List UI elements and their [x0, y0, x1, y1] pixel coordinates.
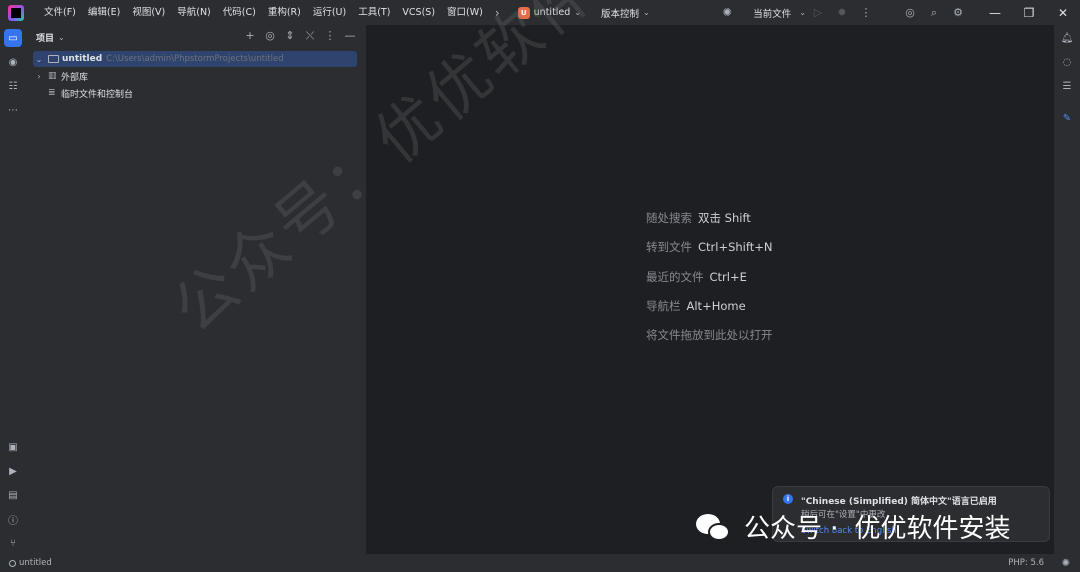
git-branch-icon[interactable]: ⑂ — [4, 534, 22, 552]
hint-shortcut: Ctrl+E — [709, 270, 747, 284]
add-icon[interactable]: + — [240, 29, 260, 43]
terminal-icon[interactable]: ▤ — [4, 486, 22, 504]
chevron-down-icon[interactable]: ⌄ — [58, 33, 65, 42]
chevron-down-icon[interactable]: ⌄ — [33, 55, 45, 64]
ai-assistant-icon[interactable]: ◌ — [1058, 53, 1076, 71]
project-status-icon — [9, 559, 16, 567]
hint-label: 转到文件 — [646, 240, 692, 254]
panel-title[interactable]: 项目 — [36, 31, 54, 44]
scratches-icon: ≣ — [48, 88, 56, 98]
project-folder-icon[interactable]: ▭ — [4, 29, 22, 47]
tree-row-project-root[interactable]: ⌄ untitled C:\Users\admin\PhpstormProjec… — [33, 51, 357, 67]
more-icon[interactable]: ⋮ — [854, 6, 878, 19]
hint-shortcut: 双击 Shift — [698, 211, 751, 225]
problems-icon[interactable]: ⓘ — [4, 510, 22, 528]
hint-go-to-file: 转到文件 Ctrl+Shift+N — [646, 239, 772, 255]
tree-path: C:\Users\admin\PhpstormProjects\untitled — [106, 54, 284, 64]
search-icon[interactable]: ⌕ — [922, 6, 946, 20]
tree-label: 外部库 — [61, 72, 89, 83]
options-icon[interactable]: ⋮ — [320, 29, 340, 43]
brand-watermark-right: 优优软件安装 — [854, 514, 1011, 544]
php-version[interactable]: PHP: 5.6 — [1008, 558, 1044, 568]
folder-icon — [48, 55, 59, 63]
left-tool-strip: ▭ ◉ ☷ ⋯ ▣ ▶ ▤ ⓘ ⑂ — [0, 25, 26, 554]
menu-refactor[interactable]: 重构(R) — [262, 0, 307, 25]
hint-search-everywhere: 随处搜索 双击 Shift — [646, 210, 751, 226]
hint-label: 导航栏 — [646, 299, 681, 313]
hint-shortcut: Alt+Home — [686, 299, 746, 313]
chevron-down-icon[interactable]: ⌄ — [799, 8, 806, 17]
notifications-bell-icon[interactable]: 🔔︎ — [1058, 29, 1076, 47]
more-tools-icon[interactable]: ⋯ — [4, 101, 22, 119]
wechat-icon — [694, 510, 734, 544]
title-right-toolbar: ✺ 当前文件 ⌄ ▷ ✹ ⋮ ◎ ⌕ ⚙ — ❐ ✕ — [715, 0, 1080, 25]
hint-label: 随处搜索 — [646, 211, 692, 225]
structure-icon[interactable]: ☷ — [4, 77, 22, 95]
tree-row-external-libraries[interactable]: › ▥ 外部库 — [33, 68, 357, 84]
info-icon: i — [783, 494, 793, 504]
brand-watermark: 公众号 · 优优软件安装 — [694, 508, 1011, 545]
close-button[interactable]: ✕ — [1046, 6, 1080, 20]
brand-watermark-left: 公众号 · — [744, 514, 839, 544]
run-config-dropdown[interactable]: 当前文件 — [753, 6, 791, 20]
right-tool-strip: 🔔︎ ◌ ☰ ✎ — [1054, 25, 1080, 554]
chevron-down-icon[interactable]: ⌄ — [643, 8, 650, 17]
expand-all-icon[interactable]: ⇕ — [280, 29, 300, 43]
library-icon: ▥ — [48, 71, 57, 81]
hint-label: 将文件拖放到此处以打开 — [646, 328, 773, 342]
code-with-me-icon[interactable]: ◎ — [898, 6, 922, 19]
status-bar: untitled PHP: 5.6 ✺ — [0, 554, 1080, 572]
hint-drop-files: 将文件拖放到此处以打开 — [646, 327, 773, 343]
run-icon[interactable]: ▷ — [806, 6, 830, 19]
minimize-button[interactable]: — — [978, 6, 1012, 20]
chevron-right-icon[interactable]: › — [33, 72, 45, 81]
collapse-all-icon[interactable]: ⤬ — [300, 29, 320, 43]
commit-icon[interactable]: ◉ — [4, 53, 22, 71]
hint-navigation-bar: 导航栏 Alt+Home — [646, 298, 746, 314]
inspection-icon[interactable]: ✺ — [1062, 558, 1070, 569]
status-project-name: untitled — [19, 558, 52, 568]
services-run-icon[interactable]: ▶ — [4, 462, 22, 480]
phpstorm-logo-icon[interactable] — [8, 4, 24, 21]
database-icon[interactable]: ☰ — [1058, 77, 1076, 95]
debug-bug-icon[interactable]: ✺ — [715, 6, 739, 19]
hint-shortcut: Ctrl+Shift+N — [698, 240, 773, 254]
php-icon[interactable]: ▣ — [4, 438, 22, 456]
menu-vcs[interactable]: VCS(S) — [396, 0, 441, 25]
tree-label: untitled — [62, 54, 103, 64]
menu-tools[interactable]: 工具(T) — [352, 0, 396, 25]
hide-icon[interactable]: — — [340, 29, 360, 43]
pencil-icon[interactable]: ✎ — [1058, 109, 1076, 127]
debug-icon[interactable]: ✹ — [830, 6, 854, 19]
settings-gear-icon[interactable]: ⚙ — [946, 6, 970, 19]
panel-toolbar: + ◎ ⇕ ⤬ ⋮ — — [240, 29, 360, 43]
menu-run[interactable]: 运行(U) — [307, 0, 352, 25]
locate-icon[interactable]: ◎ — [260, 29, 280, 43]
menu-view[interactable]: 视图(V) — [126, 0, 171, 25]
tree-row-scratches[interactable]: ≣ 临时文件和控制台 — [33, 85, 357, 101]
tree-label: 临时文件和控制台 — [61, 89, 134, 100]
main-menu: 文件(F) 编辑(E) 视图(V) 导航(N) 代码(C) 重构(R) 运行(U… — [38, 0, 489, 25]
restore-button[interactable]: ❐ — [1012, 6, 1046, 20]
menu-edit[interactable]: 编辑(E) — [82, 0, 126, 25]
notification-title: "Chinese (Simplified) 简体中文"语言已启用 — [801, 497, 997, 507]
status-project[interactable]: untitled — [9, 558, 52, 568]
menu-navigate[interactable]: 导航(N) — [171, 0, 217, 25]
hint-label: 最近的文件 — [646, 270, 704, 284]
menu-file[interactable]: 文件(F) — [38, 0, 82, 25]
menu-code[interactable]: 代码(C) — [217, 0, 262, 25]
hint-recent-files: 最近的文件 Ctrl+E — [646, 269, 747, 285]
